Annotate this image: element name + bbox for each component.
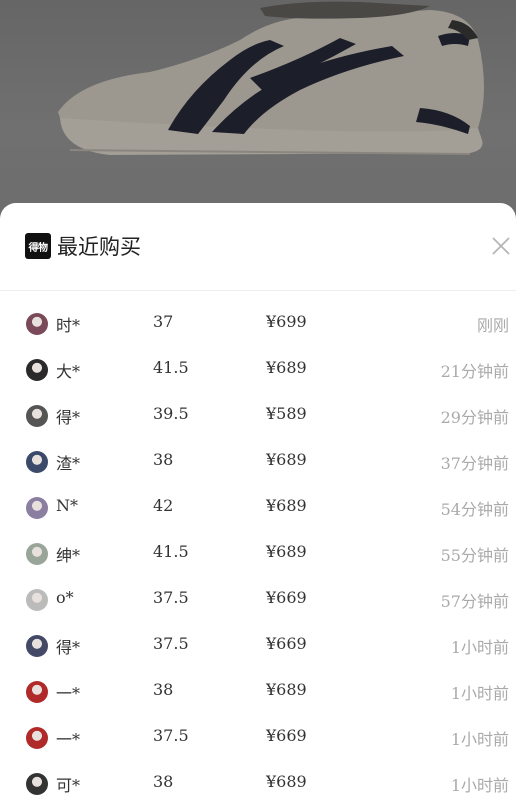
purchase-time: 1小时前	[450, 684, 509, 703]
user-avatar	[26, 359, 48, 381]
user-name: N*	[56, 496, 78, 515]
user-name: 得*	[56, 408, 81, 427]
purchase-time: 刚刚	[476, 316, 509, 335]
price: ¥699	[266, 312, 307, 331]
purchase-row: 大* 41.5 ¥689 21分钟前	[0, 352, 516, 398]
purchase-row: 可* 38 ¥689 1小时前	[0, 766, 516, 800]
purchase-time: 21分钟前	[440, 362, 509, 381]
user-avatar	[26, 681, 48, 703]
user-name: 可*	[56, 776, 81, 795]
user-avatar	[26, 313, 48, 335]
shoe-size: 39.5	[153, 404, 189, 423]
user-name: 渣*	[56, 454, 81, 473]
purchase-time: 54分钟前	[440, 500, 509, 519]
user-avatar	[26, 497, 48, 519]
shoe-size: 37	[153, 312, 174, 331]
price: ¥689	[266, 496, 307, 515]
shoe-size: 41.5	[153, 542, 189, 561]
purchase-row: 得* 39.5 ¥589 29分钟前	[0, 398, 516, 444]
purchase-row: 一* 37.5 ¥669 1小时前	[0, 720, 516, 766]
user-avatar	[26, 451, 48, 473]
purchase-time: 57分钟前	[440, 592, 509, 611]
price: ¥689	[266, 358, 307, 377]
price: ¥669	[266, 588, 307, 607]
purchase-time: 29分钟前	[440, 408, 509, 427]
sheet-header: 得物 最近购买	[0, 203, 516, 291]
user-name: 一*	[56, 684, 81, 703]
user-name: o*	[56, 588, 74, 607]
price: ¥689	[266, 680, 307, 699]
brand-logo-icon: 得物	[25, 233, 51, 259]
user-avatar	[26, 589, 48, 611]
purchase-row: 渣* 38 ¥689 37分钟前	[0, 444, 516, 490]
shoe-size: 38	[153, 450, 174, 469]
purchase-time: 1小时前	[450, 638, 509, 657]
price: ¥689	[266, 542, 307, 561]
purchase-row: 绅* 41.5 ¥689 55分钟前	[0, 536, 516, 582]
price: ¥689	[266, 450, 307, 469]
shoe-size: 37.5	[153, 726, 189, 745]
price: ¥589	[266, 404, 307, 423]
purchase-time: 55分钟前	[440, 546, 509, 565]
purchase-time: 1小时前	[450, 776, 509, 795]
sneaker-image	[58, 1, 484, 155]
close-icon[interactable]	[490, 235, 512, 257]
shoe-size: 38	[153, 680, 174, 699]
user-avatar	[26, 727, 48, 749]
purchase-time: 1小时前	[450, 730, 509, 749]
user-avatar	[26, 635, 48, 657]
purchase-row: o* 37.5 ¥669 57分钟前	[0, 582, 516, 628]
sheet-title: 最近购买	[57, 235, 141, 259]
shoe-size: 42	[153, 496, 174, 515]
user-name: 绅*	[56, 546, 81, 565]
shoe-size: 37.5	[153, 634, 189, 653]
user-name: 得*	[56, 638, 81, 657]
user-avatar	[26, 543, 48, 565]
price: ¥669	[266, 726, 307, 745]
shoe-size: 41.5	[153, 358, 189, 377]
price: ¥669	[266, 634, 307, 653]
shoe-size: 38	[153, 772, 174, 791]
purchase-row: 得* 37.5 ¥669 1小时前	[0, 628, 516, 674]
price: ¥689	[266, 772, 307, 791]
recent-purchases-sheet: 得物 最近购买 时* 37 ¥699 刚刚大* 41.5 ¥689 21分钟前得* 39.5 ¥…	[0, 203, 516, 800]
user-name: 大*	[56, 362, 81, 381]
shoe-size: 37.5	[153, 588, 189, 607]
purchase-row: 时* 37 ¥699 刚刚	[0, 306, 516, 352]
purchase-row: 一* 38 ¥689 1小时前	[0, 674, 516, 720]
user-avatar	[26, 405, 48, 427]
product-image-backdrop	[0, 0, 516, 215]
user-name: 时*	[56, 316, 81, 335]
purchase-time: 37分钟前	[440, 454, 509, 473]
user-avatar	[26, 773, 48, 795]
purchase-row: N* 42 ¥689 54分钟前	[0, 490, 516, 536]
user-name: 一*	[56, 730, 81, 749]
